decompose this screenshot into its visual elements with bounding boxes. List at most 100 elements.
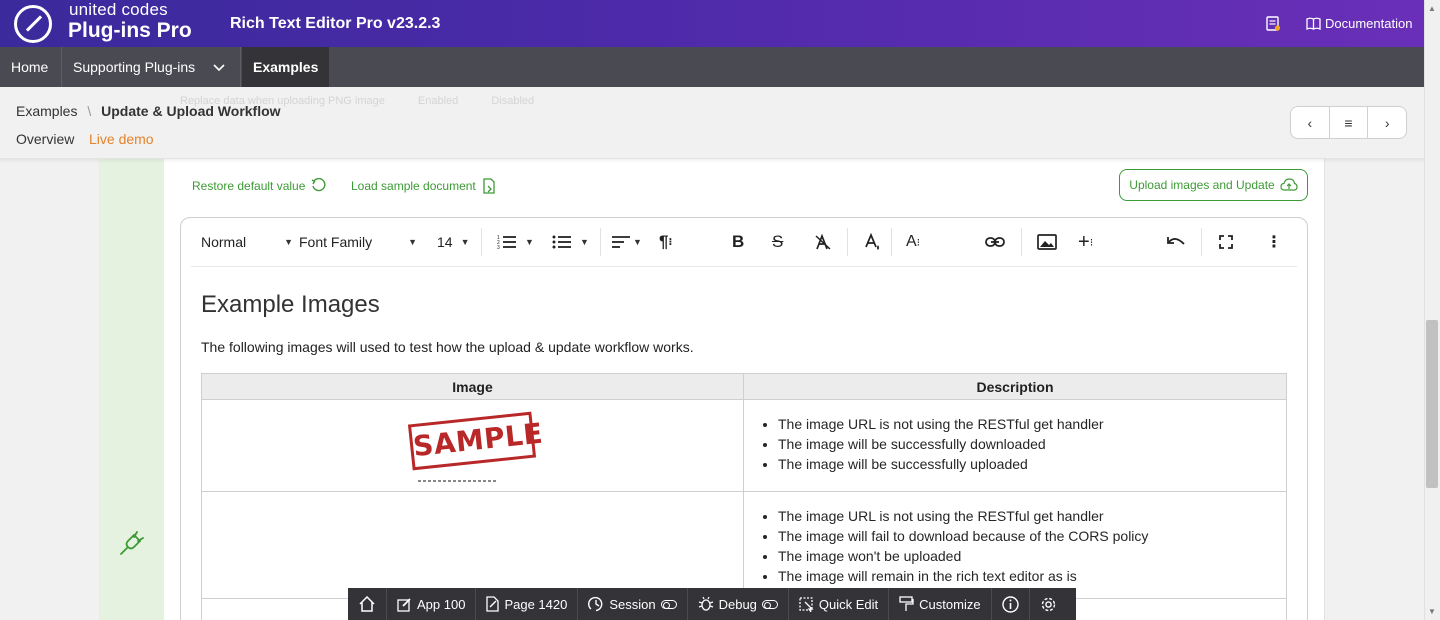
breadcrumb-parent[interactable]: Examples [16, 103, 77, 119]
more-options-button[interactable]: ⋮ [1266, 225, 1282, 259]
image-cell[interactable]: SAMPLE [201, 399, 744, 492]
restore-icon [312, 178, 326, 192]
insert-image-button[interactable] [1037, 225, 1057, 259]
ghost-enabled-label: Enabled [417, 95, 459, 107]
insert-link-button[interactable] [985, 225, 1005, 259]
font-family-select[interactable]: Font Family ▼ [299, 225, 427, 259]
paint-roller-icon [899, 596, 914, 611]
font-size-select[interactable]: 14 ▼ [437, 225, 475, 259]
list-item: The image will be successfully downloade… [778, 434, 1286, 454]
table-header-image: Image [201, 373, 744, 400]
description-cell[interactable]: The image URL is not using the RESTful g… [743, 399, 1287, 492]
table-row: SAMPLE The image URL is not using the RE… [201, 399, 1287, 492]
dev-customize-button[interactable]: Customize [889, 588, 992, 620]
description-list: The image URL is not using the RESTful g… [744, 400, 1286, 474]
font-size-value: 14 [437, 234, 453, 250]
info-icon [1001, 595, 1019, 613]
scroll-down-icon[interactable]: ▼ [1428, 607, 1436, 616]
nav-item-supporting-plugins[interactable]: Supporting Plug-ins [62, 47, 241, 87]
load-sample-document-button[interactable]: Load sample document [351, 178, 497, 194]
insert-more-button[interactable]: + ⁝ [1078, 225, 1093, 259]
numbered-list-button[interactable]: 123 ▼ [497, 225, 534, 259]
dev-app-label: App 100 [417, 596, 466, 612]
upload-images-label: Upload images and Update [1129, 178, 1275, 192]
breadcrumb-separator: \ [87, 103, 92, 119]
toolbar-divider [1021, 228, 1022, 256]
chevron-right-icon: › [1384, 114, 1390, 131]
align-button[interactable]: ▼ [612, 225, 642, 259]
toolbar-divider [891, 228, 892, 256]
bug-icon [698, 596, 713, 611]
documentation-label: Documentation [1325, 16, 1413, 31]
paragraph-format-button[interactable]: ¶ ⁝ [659, 225, 672, 259]
next-page-button[interactable]: › [1367, 107, 1406, 138]
bold-button[interactable]: B [732, 225, 744, 259]
united-codes-logo-icon[interactable] [14, 5, 52, 43]
bullet-list-button[interactable]: ▼ [552, 225, 589, 259]
font-size-icon: A [906, 233, 917, 250]
dev-page-button[interactable]: Page 1420 [476, 588, 579, 620]
dev-quick-edit-label: Quick Edit [818, 596, 879, 612]
tab-overview[interactable]: Overview [16, 131, 74, 147]
text-color-button[interactable] [864, 225, 882, 259]
image-cell[interactable] [201, 491, 744, 599]
nav-item-examples[interactable]: Examples [242, 47, 329, 87]
dev-debug-button[interactable]: Debug [688, 588, 789, 620]
brand-title: Plug-ins Pro [68, 19, 192, 42]
clear-formatting-button[interactable] [814, 225, 832, 259]
previous-page-button[interactable]: ‹ [1291, 107, 1329, 138]
caret-down-icon: ▼ [633, 237, 642, 247]
paragraph-style-select[interactable]: Normal ▼ [201, 225, 293, 259]
strikethrough-button[interactable]: S [772, 225, 783, 259]
dev-app-button[interactable]: App 100 [387, 588, 477, 620]
list-item: The image URL is not using the RESTful g… [778, 414, 1286, 434]
font-size-style-button[interactable]: A ⁝ [906, 225, 920, 259]
documentation-link[interactable]: Documentation [1306, 16, 1412, 31]
tab-live-demo[interactable]: Live demo [89, 131, 154, 147]
bold-icon: B [732, 232, 745, 251]
more-vertical-icon: ⋮ [1266, 234, 1282, 251]
dev-session-label: Session [609, 596, 656, 612]
dev-info-button[interactable] [992, 588, 1030, 620]
undo-icon [1167, 237, 1185, 245]
page-list-button[interactable]: ≡ [1328, 107, 1368, 138]
breadcrumb-region: Replace data when uploading PNG image En… [0, 87, 1424, 159]
sample-stamp-image[interactable]: SAMPLE [407, 411, 544, 471]
toolbar-divider [847, 228, 848, 256]
page-scrollbar[interactable] [1424, 0, 1440, 620]
plug-icon [120, 531, 144, 555]
numbered-list-icon: 123 [497, 235, 516, 250]
more-dots-icon: ⁝ [916, 236, 921, 249]
document-table[interactable]: Image Description SAMPLE The image URL i… [201, 373, 1287, 620]
dev-quick-edit-button[interactable]: Quick Edit [789, 588, 890, 620]
nav-item-label: Supporting Plug-ins [73, 59, 196, 75]
paragraph-style-value: Normal [201, 234, 247, 250]
scroll-up-icon[interactable]: ▲ [1428, 4, 1436, 13]
list-item: The image will fail to download because … [778, 526, 1286, 546]
fullscreen-button[interactable] [1219, 225, 1233, 259]
undo-button[interactable] [1166, 225, 1186, 259]
main-navigation: Home Supporting Plug-ins Examples [0, 47, 1440, 87]
caret-down-icon: ▼ [284, 237, 294, 247]
clipboard-notification-icon[interactable] [1266, 15, 1280, 31]
plus-icon: + [1078, 230, 1090, 253]
debug-toggle-icon[interactable] [761, 599, 778, 609]
dev-home-button[interactable] [348, 588, 387, 620]
dev-settings-button[interactable] [1030, 588, 1067, 620]
ghost-disabled-label: Disabled [491, 95, 535, 107]
edit-page-icon [486, 596, 500, 612]
description-cell[interactable]: The image URL is not using the RESTful g… [743, 491, 1287, 599]
editor-toolbar: Normal ▼ Font Family ▼ 14 ▼ 123 ▼ ▼ ▼ ¶ ⁝ B … [191, 225, 1297, 267]
align-left-icon [612, 236, 630, 248]
document-intro[interactable]: The following images will used to test h… [201, 339, 694, 355]
document-heading[interactable]: Example Images [201, 291, 380, 319]
scrollbar-thumb[interactable] [1426, 320, 1438, 488]
restore-default-button[interactable]: Restore default value [192, 178, 326, 193]
nav-item-home[interactable]: Home [0, 47, 62, 87]
session-toggle-icon[interactable] [660, 599, 677, 609]
more-dots-icon: ⁝ [668, 236, 673, 248]
chevron-left-icon: ‹ [1307, 114, 1313, 131]
link-icon [985, 237, 1005, 247]
dev-session-button[interactable]: Session [578, 588, 688, 620]
upload-images-update-button[interactable]: Upload images and Update [1119, 169, 1308, 201]
